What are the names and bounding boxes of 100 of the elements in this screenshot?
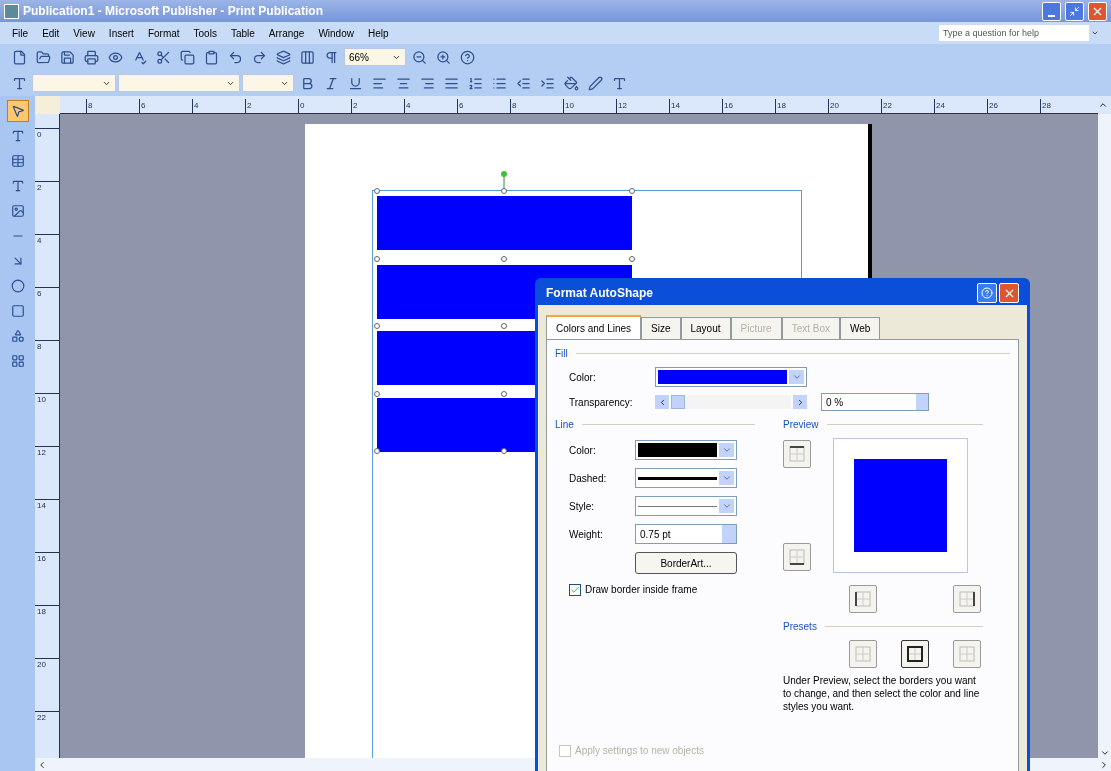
pointer-icon [10,104,25,118]
ruler-number: 18 [775,99,828,113]
vertical-scrollbar[interactable] [1098,114,1111,758]
redo-icon[interactable] [251,49,267,65]
ruler-number: 0 [298,99,351,113]
shapes-icon [10,329,25,343]
transparency-slider[interactable] [655,394,807,410]
checkbox-label: Draw border inside frame [585,583,698,597]
help-button[interactable] [977,283,997,303]
zoom-in-icon[interactable] [435,49,451,65]
section-heading: Line [555,418,574,432]
ruler-number: 18 [35,605,59,658]
align-left-icon[interactable] [371,75,387,91]
pilcrow-icon[interactable] [323,49,339,65]
bullet-list-icon[interactable] [491,75,507,91]
transparency-spin-field[interactable]: 0 % [821,393,929,411]
new-document-icon[interactable] [11,49,27,65]
combo-box[interactable]: 66% [344,48,406,66]
numbered-list-icon[interactable] [467,75,483,91]
cut-icon[interactable] [155,49,171,65]
box-preset-button[interactable] [901,640,929,668]
dropdown-field[interactable] [635,440,737,460]
menu-item[interactable]: File [12,25,29,41]
slider-thumb[interactable] [671,395,685,409]
gallery-icon [10,354,25,368]
pen-icon[interactable] [587,75,603,91]
ruler-number: 6 [139,99,192,113]
menu-item[interactable]: Format [147,25,180,41]
menu-item[interactable]: Insert [108,25,134,41]
dialog-tab[interactable]: Size [641,317,681,339]
bottom-border-button[interactable] [783,543,811,571]
print-preview-icon[interactable] [107,49,123,65]
weight-spin-field[interactable]: 0.75 pt [635,524,737,544]
border-icon [854,645,872,663]
styles-icon[interactable] [11,75,27,91]
layers-icon[interactable] [275,49,291,65]
ruler-number: 8 [35,340,59,393]
align-right-icon[interactable] [419,75,435,91]
ruler-number: 12 [35,446,59,499]
align-center-icon[interactable] [395,75,411,91]
menu-item[interactable]: Window [318,25,354,41]
border-icon [788,548,806,566]
italic-icon[interactable] [323,75,339,91]
dropdown-field[interactable] [635,468,737,488]
menu-item[interactable]: Table [230,25,255,41]
ruler-number: 6 [457,99,510,113]
right-border-button[interactable] [953,585,981,613]
justify-icon[interactable] [443,75,459,91]
save-icon[interactable] [59,49,75,65]
print-icon[interactable] [83,49,99,65]
checkbox[interactable] [569,583,581,596]
help-search-field[interactable]: Type a question for help [939,25,1089,41]
scroll-left-icon[interactable] [37,759,47,770]
close-button[interactable] [999,283,1019,303]
open-folder-icon[interactable] [35,49,51,65]
ruler-number: 10 [35,393,59,446]
dropdown-field[interactable] [655,367,807,387]
menu-item[interactable]: Edit [42,25,60,41]
ruler-number: 8 [86,99,139,113]
font-color-icon[interactable] [611,75,627,91]
zoom-out-icon[interactable] [411,49,427,65]
border-icon [854,590,872,608]
ruler-corner [35,96,60,114]
fill-bucket-icon[interactable] [563,75,579,91]
menu-item[interactable]: Tools [193,25,217,41]
restore-button[interactable] [1065,1,1084,21]
app-icon [4,3,19,19]
checkmark-icon [570,584,580,595]
close-button[interactable] [1088,1,1107,21]
borderart-button[interactable]: BorderArt... [635,552,737,574]
ruler-number: 14 [669,99,722,113]
top-border-button[interactable] [783,440,811,468]
section-heading: Presets [783,620,817,634]
section-heading: Preview [783,418,819,432]
columns-icon[interactable] [299,49,315,65]
menu-item[interactable]: Help [367,25,389,41]
menu-item[interactable]: Arrange [268,25,305,41]
scroll-right-icon[interactable] [1099,759,1109,770]
minimize-button[interactable] [1042,1,1061,21]
dialog-tab[interactable]: Layout [680,317,731,339]
left-border-button[interactable] [849,585,877,613]
dropdown-field[interactable] [635,496,737,516]
help-icon[interactable] [459,49,475,65]
border-icon [958,590,976,608]
dialog-title: Format AutoShape [546,285,653,302]
undo-icon[interactable] [227,49,243,65]
ruler-number: 10 [563,99,616,113]
indent-icon[interactable] [539,75,555,91]
underline-icon[interactable] [347,75,363,91]
paste-icon[interactable] [203,49,219,65]
dialog-tab[interactable]: Web [840,317,881,339]
tool-button[interactable] [6,100,29,122]
section-heading: Fill [555,347,568,361]
ruler-number: 4 [404,99,457,113]
scroll-up-icon[interactable] [1098,100,1108,110]
copy-icon[interactable] [179,49,195,65]
dialog-tab[interactable]: Colors and Lines [546,315,642,339]
menu-item[interactable]: View [73,25,95,41]
scroll-down-icon[interactable] [1099,748,1110,758]
outdent-icon[interactable] [515,75,531,91]
